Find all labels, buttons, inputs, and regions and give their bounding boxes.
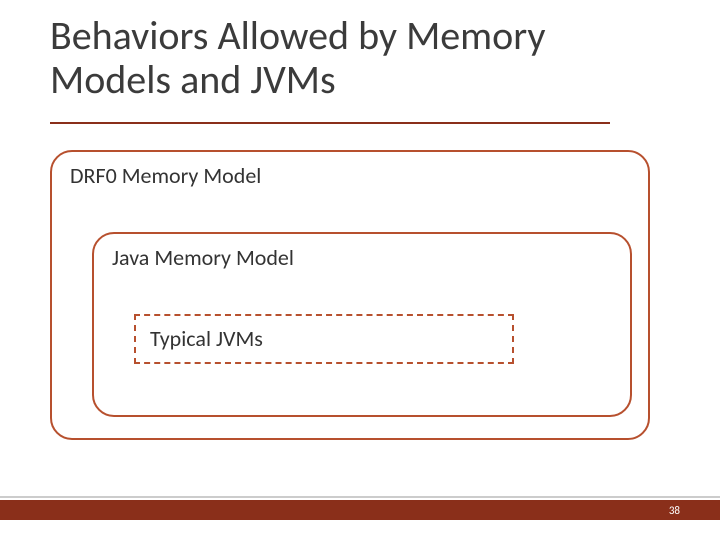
jvms-label: Typical JVMs bbox=[150, 325, 263, 352]
page-title: Behaviors Allowed by Memory Models and J… bbox=[50, 14, 670, 102]
drf0-box: DRF0 Memory Model Java Memory Model Typi… bbox=[50, 150, 650, 440]
jmm-box: Java Memory Model Typical JVMs bbox=[92, 232, 632, 417]
jmm-label: Java Memory Model bbox=[112, 244, 294, 271]
drf0-label: DRF0 Memory Model bbox=[70, 162, 261, 189]
page-number: 38 bbox=[669, 504, 680, 517]
footer-divider bbox=[0, 496, 720, 498]
jvms-box: Typical JVMs bbox=[134, 314, 514, 364]
footer-bar bbox=[0, 500, 720, 520]
title-underline bbox=[50, 122, 610, 124]
